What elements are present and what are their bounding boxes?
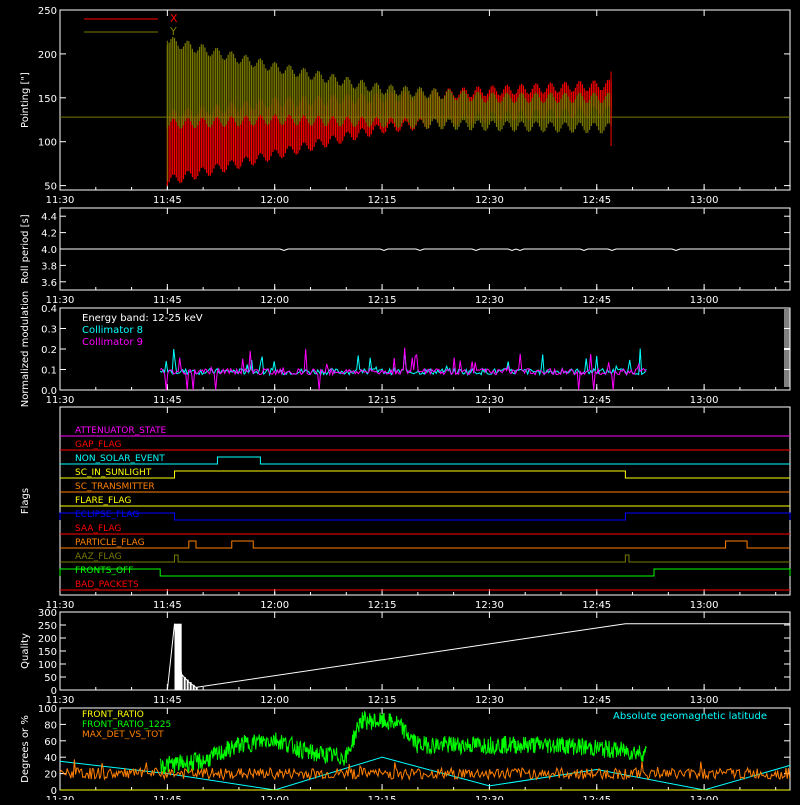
x-tick-label: 12:45 — [582, 395, 611, 406]
x-tick-label: 13:00 — [690, 795, 719, 800]
y-tick-label: 4.0 — [41, 245, 57, 256]
x-tick-label: 12:45 — [582, 195, 611, 206]
y-axis-label-ratios: Degrees or % — [20, 715, 31, 783]
y-tick-label: 50 — [44, 182, 57, 193]
modulation-legend-0: Energy band: 12-25 keV — [82, 313, 203, 324]
y-tick-label: 0.3 — [41, 325, 57, 336]
x-tick-label: 12:00 — [260, 195, 289, 206]
x-tick-label: 12:15 — [368, 395, 397, 406]
y-tick-label: 0.4 — [41, 304, 57, 315]
y-tick-label: 4.2 — [41, 229, 57, 240]
flag-label-aaz_flag: AAZ_FLAG — [75, 552, 122, 562]
y-tick-label: 250 — [38, 621, 57, 632]
y-tick-label: 0.0 — [41, 386, 57, 397]
x-tick-label: 12:45 — [582, 795, 611, 800]
x-tick-label: 13:00 — [690, 195, 719, 206]
y-tick-label: 0 — [51, 686, 57, 697]
x-tick-label: 12:45 — [582, 695, 611, 706]
y-tick-label: 60 — [44, 737, 57, 748]
x-tick-label: 12:45 — [582, 295, 611, 306]
x-tick-label: 12:30 — [475, 295, 504, 306]
y-tick-label: 200 — [38, 50, 57, 61]
flag-label-fronts_off: FRONTS_OFF — [75, 566, 133, 576]
y-tick-label: 150 — [38, 94, 57, 105]
x-tick-label: 12:30 — [475, 695, 504, 706]
ratio-legend-2: MAX_DET_VS_TOT — [82, 730, 164, 740]
x-tick-label: 12:00 — [260, 295, 289, 306]
x-tick-label: 13:00 — [690, 695, 719, 706]
x-tick-label: 12:30 — [475, 395, 504, 406]
modulation-legend-1: Collimator 8 — [82, 325, 143, 336]
summary-plot: 11:30 11:45 12:00 12:15 12:30 12:45 13:00 Point… — [0, 0, 800, 805]
x-tick-label: 12:30 — [475, 795, 504, 800]
legend-label-y: Y — [169, 25, 177, 38]
x-tick-label: 13:00 — [690, 395, 719, 406]
x-tick-label: 11:45 — [153, 195, 182, 206]
y-tick-label: 20 — [44, 770, 57, 781]
quality-bar — [174, 623, 182, 690]
x-tick-label: 12:30 — [475, 600, 504, 611]
chart-stage: 11:30 11:45 12:00 12:15 12:30 12:45 13:00 Point… — [0, 0, 800, 805]
x-tick-label: 11:45 — [153, 295, 182, 306]
y-tick-label: 0.1 — [41, 366, 57, 377]
x-tick-label: 12:15 — [368, 795, 397, 800]
x-tick-label: 12:00 — [260, 695, 289, 706]
x-tick-label: 12:15 — [368, 600, 397, 611]
flag-label-sc_transmitter: SC_TRANSMITTER — [75, 482, 155, 492]
x-tick-label: 12:15 — [368, 295, 397, 306]
y-axis-label-modulation: Normalized modulation — [20, 291, 31, 408]
flag-label-bad_packets: BAD_PACKETS — [75, 580, 139, 590]
y-tick-label: 100 — [38, 704, 57, 715]
x-tick-label: 11:45 — [153, 695, 182, 706]
y-tick-label: 150 — [38, 647, 57, 658]
x-tick-label: 12:00 — [260, 600, 289, 611]
y-axis-label-pointing: Pointing ["] — [20, 72, 31, 128]
y-tick-label: 250 — [38, 6, 57, 17]
x-tick-label: 12:45 — [582, 600, 611, 611]
geomagnetic-latitude-annotation: Absolute geomagnetic latitude — [613, 711, 767, 722]
x-tick-label: 11:45 — [153, 395, 182, 406]
y-tick-label: 50 — [44, 673, 57, 684]
flag-label-eclipse_flag: ECLIPSE_FLAG — [75, 510, 139, 520]
x-tick-label: 13:00 — [690, 295, 719, 306]
x-tick-label: 11:30 — [46, 195, 75, 206]
legend-label-x: X — [170, 12, 178, 25]
x-tick-label: 12:15 — [368, 195, 397, 206]
y-tick-label: 80 — [44, 720, 57, 731]
y-tick-label: 0.2 — [41, 345, 57, 356]
y-axis-label-roll: Roll period [s] — [20, 214, 31, 283]
y-tick-label: 4.4 — [41, 212, 57, 223]
y-tick-label: 0 — [51, 786, 57, 797]
y-axis-label-flags: Flags — [20, 488, 31, 514]
y-tick-label: 100 — [38, 138, 57, 149]
ratio-legend-0: FRONT_RATIO — [82, 710, 144, 720]
flag-label-non_solar_event: NON_SOLAR_EVENT — [75, 454, 165, 464]
x-tick-label: 12:30 — [475, 195, 504, 206]
flag-label-gap_flag: GAP_FLAG — [75, 440, 121, 450]
x-tick-label: 11:45 — [153, 795, 182, 800]
y-tick-label: 3.8 — [41, 261, 57, 272]
modulation-legend-2: Collimator 9 — [82, 337, 143, 348]
x-tick-label: 12:00 — [260, 395, 289, 406]
flag-label-attenuator_state: ATTENUATOR_STATE — [75, 426, 167, 436]
x-tick-label: 11:45 — [153, 600, 182, 611]
y-tick-label: 300 — [38, 608, 57, 619]
x-tick-label: 12:00 — [260, 795, 289, 800]
x-tick-label: 13:00 — [690, 600, 719, 611]
y-tick-label: 3.6 — [41, 278, 57, 289]
flag-label-particle_flag: PARTICLE_FLAG — [75, 538, 145, 548]
y-tick-label: 200 — [38, 634, 57, 645]
flag-label-saa_flag: SAA_FLAG — [75, 524, 121, 534]
x-tick-label: 12:15 — [368, 695, 397, 706]
y-tick-label: 100 — [38, 660, 57, 671]
y-tick-label: 40 — [44, 753, 57, 764]
flag-label-sc_in_sunlight: SC_IN_SUNLIGHT — [75, 468, 152, 478]
flag-label-flare_flag: FLARE_FLAG — [75, 496, 131, 506]
ratio-legend-1: FRONT_RATIO_1225 — [82, 720, 171, 730]
y-axis-label-quality: Quality — [20, 633, 31, 669]
